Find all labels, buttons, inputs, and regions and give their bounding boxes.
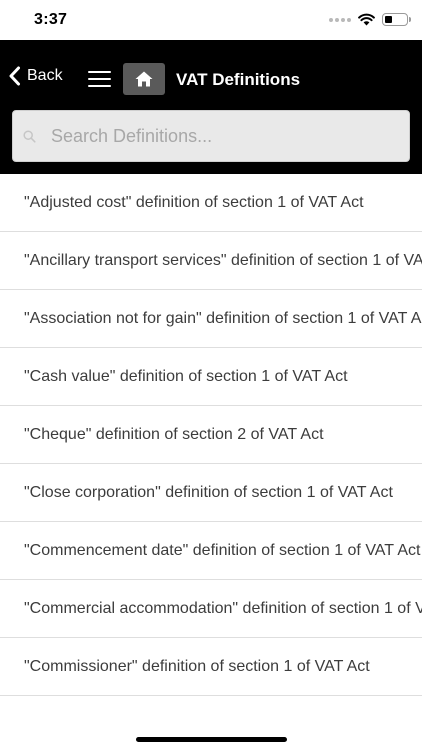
menu-button[interactable] xyxy=(88,71,111,87)
back-label: Back xyxy=(27,67,63,84)
list-item[interactable]: "Ancillary transport services" definitio… xyxy=(0,232,422,290)
status-time: 3:37 xyxy=(34,11,68,28)
list-item[interactable]: "Commissioner" definition of section 1 o… xyxy=(0,638,422,696)
search-field[interactable] xyxy=(12,110,410,162)
list-item[interactable]: "Adjusted cost" definition of section 1 … xyxy=(0,174,422,232)
search-icon xyxy=(23,130,36,143)
list-item-label: "Cash value" definition of section 1 of … xyxy=(24,368,348,385)
back-button[interactable]: Back xyxy=(8,66,63,86)
search-input[interactable] xyxy=(51,111,401,161)
list-item[interactable]: "Association not for gain" definition of… xyxy=(0,290,422,348)
list-item-label: "Commencement date" definition of sectio… xyxy=(24,542,421,559)
battery-icon xyxy=(382,13,411,26)
list-item[interactable]: "Cheque" definition of section 2 of VAT … xyxy=(0,406,422,464)
list-item-label: "Commercial accommodation" definition of… xyxy=(24,600,422,617)
list-item-label: "Cheque" definition of section 2 of VAT … xyxy=(24,426,324,443)
list-item[interactable]: "Close corporation" definition of sectio… xyxy=(0,464,422,522)
list-item-label: "Adjusted cost" definition of section 1 … xyxy=(24,194,364,211)
list-item-label: "Close corporation" definition of sectio… xyxy=(24,484,393,501)
list-item[interactable]: "Commercial accommodation" definition of… xyxy=(0,580,422,638)
page-title: VAT Definitions xyxy=(176,70,301,89)
list-item-label: "Association not for gain" definition of… xyxy=(24,310,422,327)
list-item-label: "Ancillary transport services" definitio… xyxy=(24,252,422,269)
home-button[interactable] xyxy=(123,63,165,95)
navigation-bar: Back VAT Definitions xyxy=(0,40,422,102)
list-item[interactable]: "Commencement date" definition of sectio… xyxy=(0,522,422,580)
home-icon xyxy=(135,71,153,87)
chevron-left-icon xyxy=(9,66,20,86)
definitions-list: "Adjusted cost" definition of section 1 … xyxy=(0,174,422,696)
cellular-signal-icon xyxy=(329,17,351,22)
list-item[interactable]: "Cash value" definition of section 1 of … xyxy=(0,348,422,406)
battery-level xyxy=(385,16,392,23)
home-indicator[interactable] xyxy=(136,737,287,742)
status-bar: 3:37 xyxy=(0,0,422,40)
status-icons xyxy=(329,13,411,26)
wifi-icon xyxy=(358,13,375,26)
search-bar xyxy=(0,102,422,174)
list-item-label: "Commissioner" definition of section 1 o… xyxy=(24,658,370,675)
